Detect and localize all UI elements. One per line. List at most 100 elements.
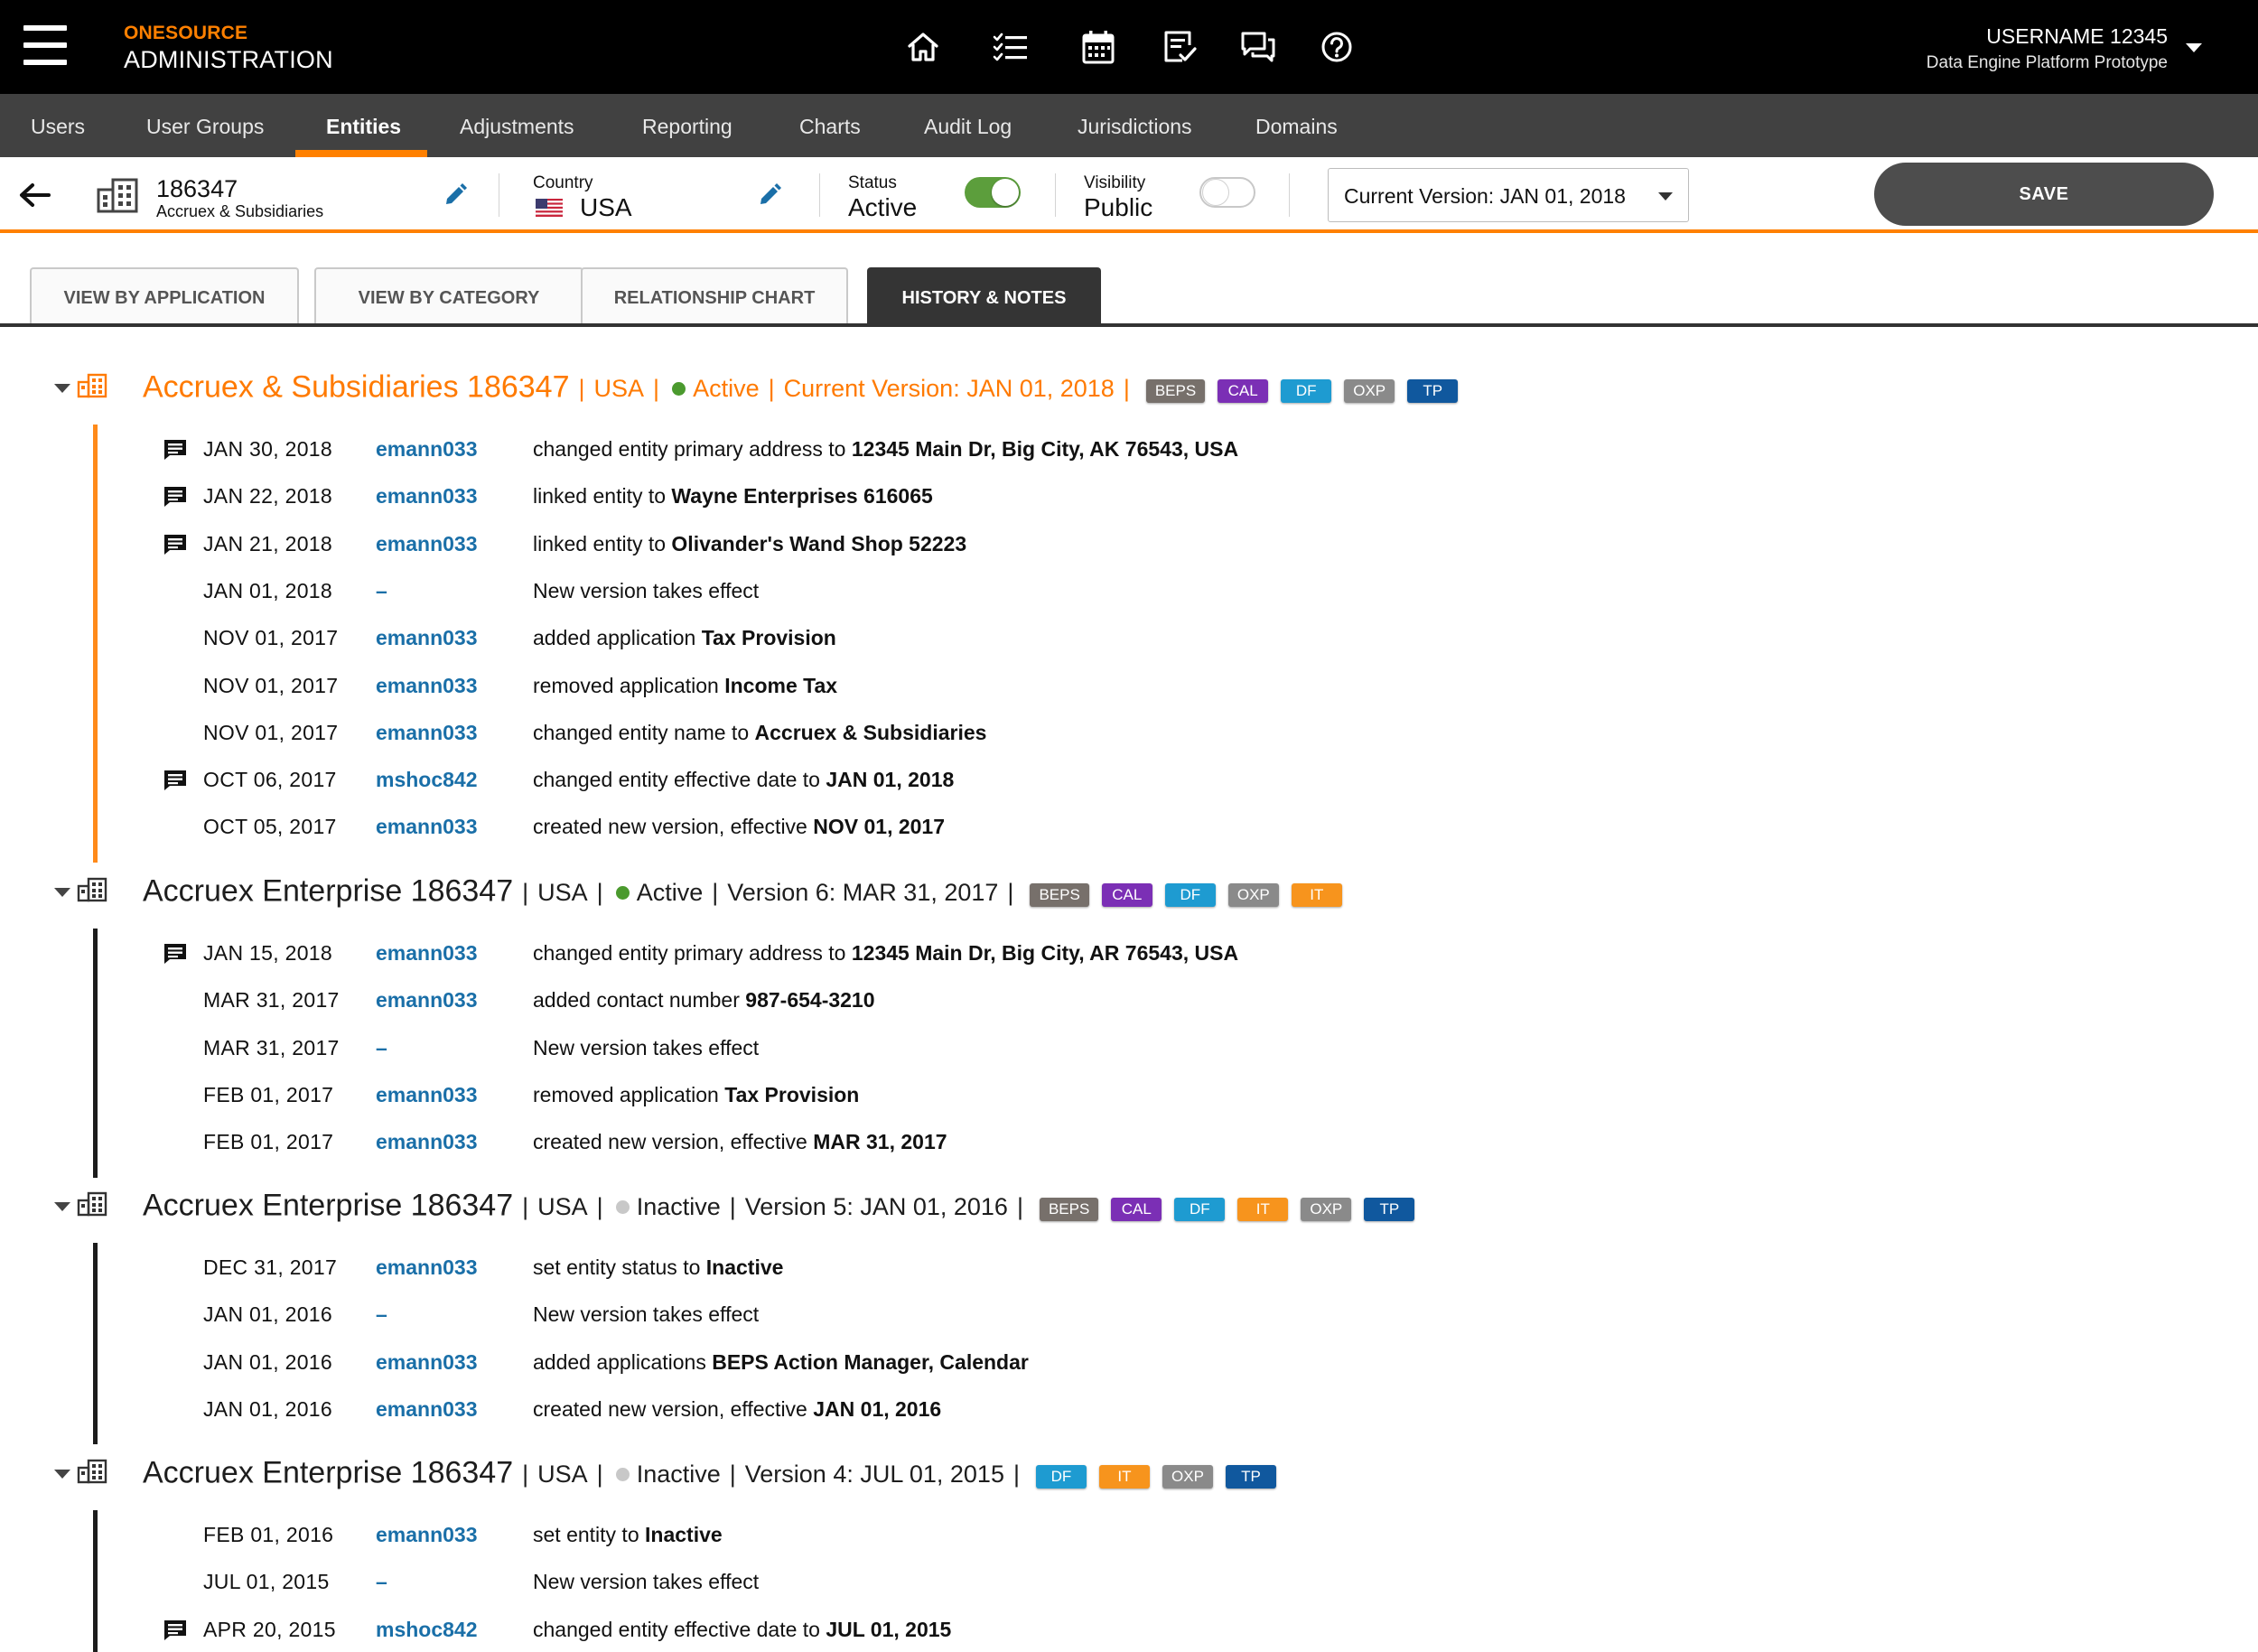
nav-item-charts[interactable]: Charts [799,94,861,157]
entry-user-link[interactable]: emann033 [376,1350,478,1375]
app-brand[interactable]: ONESOURCE ADMINISTRATION [124,23,333,74]
group-entity-name[interactable]: Accruex Enterprise 186347 [143,1188,513,1222]
entry-highlight: 987-654-3210 [745,988,875,1013]
note-icon[interactable] [163,1619,187,1641]
edit-country-pencil-icon[interactable] [757,182,782,208]
home-icon[interactable] [903,27,943,67]
group-country: USA [593,375,645,403]
separator: | [522,1461,529,1489]
entry-date: OCT 06, 2017 [203,768,337,792]
entry-date: JAN 01, 2018 [203,578,332,602]
edit-entity-pencil-icon[interactable] [443,182,468,208]
nav-item-audit-log[interactable]: Audit Log [924,94,1012,157]
entry-user-link[interactable]: emann033 [376,988,478,1013]
note-icon[interactable] [163,486,187,508]
entry-description: linked entity to Olivander's Wand Shop 5… [533,531,967,555]
entry-date: MAR 31, 2017 [203,988,340,1013]
entry-user-link[interactable]: emann033 [376,674,478,698]
entry-user-link[interactable]: emann033 [376,626,478,650]
back-arrow-icon[interactable] [16,177,52,213]
entry-user-link[interactable]: mshoc842 [376,1618,478,1642]
nav-item-domains[interactable]: Domains [1255,94,1338,157]
entry-user-link[interactable]: emann033 [376,532,478,556]
entry-highlight: 12345 Main Dr, Big City, AR 76543, USA [851,941,1239,965]
task-check-icon[interactable] [1159,27,1199,67]
note-icon[interactable] [163,534,187,555]
group-version: Version 6: MAR 31, 2017 [727,879,999,907]
chevron-down-icon[interactable] [54,1202,70,1211]
application-badges: BEPS CAL DF IT OXP TP [1039,1187,1427,1222]
status-toggle[interactable] [965,177,1021,208]
group-version: Version 5: JAN 01, 2016 [744,1193,1008,1221]
entry-highlight: MAR 31, 2017 [813,1130,947,1154]
history-entry: JAN 01, 2016 – New version takes effect [0,1302,2258,1349]
hamburger-menu-icon[interactable] [23,25,67,65]
app-badge: IT [1098,1465,1150,1489]
tab-view-by-category[interactable]: VIEW BY CATEGORY [314,267,583,325]
entry-user-link[interactable]: emann033 [376,1255,478,1280]
nav-item-adjustments[interactable]: Adjustments [460,94,574,157]
separator: | [729,1193,736,1221]
separator: | [768,375,775,403]
group-version: Current Version: JAN 01, 2018 [783,375,1115,403]
separator: | [522,879,529,907]
entry-user-link[interactable]: emann033 [376,1523,478,1547]
app-badge: CAL [1101,883,1152,907]
entry-user-link[interactable]: emann033 [376,1130,478,1154]
entry-user-link[interactable]: emann033 [376,941,478,966]
entry-date: OCT 05, 2017 [203,815,337,839]
save-button[interactable]: SAVE [1874,163,2214,226]
separator: | [712,879,719,907]
entity-id: 186347 [156,175,238,202]
note-icon[interactable] [163,943,187,965]
chevron-down-icon[interactable] [54,888,70,897]
nav-item-users[interactable]: Users [31,94,85,157]
entry-date: JAN 01, 2016 [203,1302,332,1327]
tab-relationship-chart[interactable]: RELATIONSHIP CHART [581,267,848,325]
note-icon[interactable] [163,439,187,461]
group-meta: | USA | Inactive | Version 5: JAN 01, 2016 | [513,1193,1032,1220]
entry-description: changed entity name to Accruex & Subsidi… [533,720,987,744]
app-badge: OXP [1162,1465,1213,1489]
entry-user-link[interactable]: emann033 [376,1083,478,1107]
tab-history-notes[interactable]: HISTORY & NOTES [867,267,1101,325]
entry-user-link[interactable]: mshoc842 [376,768,478,792]
app-badge: DF [1164,883,1216,907]
separator: | [596,1461,603,1489]
group-entity-name[interactable]: Accruex Enterprise 186347 [143,1455,513,1489]
status-dot-icon [615,1199,630,1214]
nav-item-reporting[interactable]: Reporting [642,94,732,157]
visibility-toggle[interactable] [1199,177,1255,208]
note-icon[interactable] [163,770,187,791]
user-menu-caret-icon[interactable] [2186,43,2202,52]
calendar-icon[interactable] [1078,27,1118,67]
nav-item-entities[interactable]: Entities [326,94,401,157]
country-label: Country [533,173,593,192]
chat-icon[interactable] [1238,27,1278,67]
entry-description: created new version, effective JAN 01, 2… [533,1396,942,1421]
user-info[interactable]: USERNAME 12345 Data Engine Platform Prot… [1927,24,2168,73]
history-entry: APR 20, 2015 mshoc842 changed entity effec… [0,1618,2258,1652]
entry-user-link[interactable]: emann033 [376,815,478,839]
help-icon[interactable] [1317,27,1357,67]
entry-user-link[interactable]: emann033 [376,484,478,509]
separator: | [1123,375,1130,403]
entry-user-link[interactable]: emann033 [376,1397,478,1422]
entity-name: Accruex & Subsidiaries [156,202,324,220]
entry-user-link[interactable]: emann033 [376,437,478,462]
chevron-down-icon[interactable] [54,384,70,393]
group-entity-name[interactable]: Accruex & Subsidiaries 186347 [143,369,570,404]
chevron-down-icon[interactable] [54,1470,70,1479]
entry-user-link[interactable]: emann033 [376,721,478,745]
nav-item-user-groups[interactable]: User Groups [146,94,264,157]
version-select[interactable]: Current Version: JAN 01, 2018 [1328,168,1689,222]
group-country: USA [537,879,588,907]
entry-date: APR 20, 2015 [203,1617,336,1641]
tab-view-by-application[interactable]: VIEW BY APPLICATION [30,267,299,325]
entry-description: New version takes effect [533,578,760,602]
group-entity-name[interactable]: Accruex Enterprise 186347 [143,873,513,908]
entry-highlight: JAN 01, 2016 [813,1396,942,1421]
history-entry: FEB 01, 2017 emann033 created new version,… [0,1130,2258,1177]
checklist-icon[interactable] [991,27,1031,67]
nav-item-jurisdictions[interactable]: Jurisdictions [1078,94,1192,157]
